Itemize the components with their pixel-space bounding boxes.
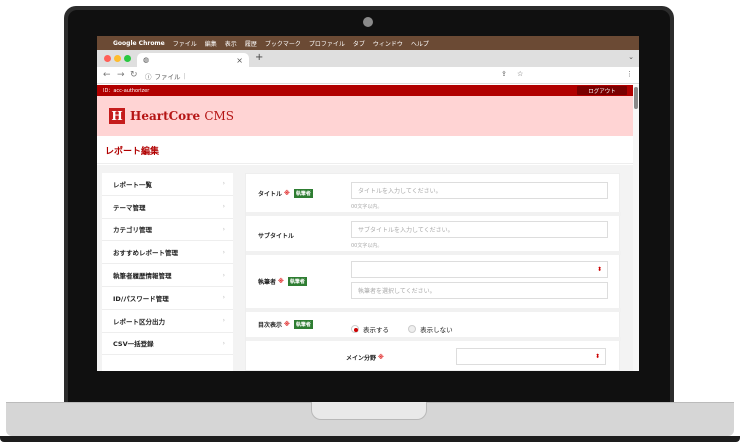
heartcore-logo[interactable]: H HeartCore CMS: [109, 108, 234, 124]
chevron-right-icon: ›: [222, 294, 225, 302]
tab-strip: ◍ × + ⌄: [97, 50, 639, 67]
zoom-window-button[interactable]: [124, 55, 131, 62]
author-search-input[interactable]: 執筆者を選択してください。: [351, 282, 608, 299]
toc-row: 目次表示 ※ 執筆者 表示する 表示しない: [246, 312, 621, 341]
share-icon[interactable]: ⇪: [501, 70, 507, 78]
subtitle-input[interactable]: サブタイトルを入力してください。: [351, 221, 608, 238]
menubar-item[interactable]: ヘルプ: [411, 39, 429, 48]
minimize-window-button[interactable]: [114, 55, 121, 62]
chevron-right-icon: ›: [222, 248, 225, 256]
toc-radio-group: 表示する 表示しない: [351, 318, 467, 337]
browser-toolbar: ← → ↻ ⓘ ファイル | ⇪ ☆ ⋮: [97, 67, 639, 84]
laptop-base-edge: [0, 436, 740, 442]
globe-icon: ◍: [143, 56, 150, 64]
title-label: タイトル ※ 執筆者: [258, 189, 313, 198]
menubar-item[interactable]: タブ: [353, 39, 365, 48]
author-badge: 執筆者: [287, 277, 307, 286]
sidebar-item-category[interactable]: カテゴリ管理 ›: [102, 219, 233, 242]
author-label: 執筆者 ※ 執筆者: [258, 277, 307, 286]
menubar-item[interactable]: 編集: [205, 39, 217, 48]
camera-icon: [363, 17, 373, 27]
cms-header: H HeartCore CMS: [97, 96, 633, 136]
author-badge: 執筆者: [293, 320, 313, 329]
new-tab-button[interactable]: +: [255, 52, 263, 63]
address-separator: |: [183, 71, 186, 80]
sidebar-item-report-list[interactable]: レポート一覧 ›: [102, 173, 233, 196]
author-select[interactable]: ⬍: [351, 261, 608, 278]
chevron-right-icon: ›: [222, 339, 225, 347]
forward-icon[interactable]: →: [117, 70, 125, 80]
toc-label: 目次表示 ※ 執筆者: [258, 320, 313, 329]
mac-menubar: Google Chrome ファイル 編集 表示 履歴 ブックマーク プロファイ…: [97, 36, 639, 50]
report-edit-form: タイトル ※ 執筆者 タイトルを入力してください。 00文字以内。 サブタイトル サ…: [245, 173, 621, 371]
toc-show-radio[interactable]: 表示する: [351, 324, 389, 334]
author-badge: 執筆者: [293, 189, 313, 198]
chevron-right-icon: ›: [222, 317, 225, 325]
chevron-right-icon: ›: [222, 271, 225, 279]
logo-mark-icon: H: [109, 108, 125, 124]
screen: Google Chrome ファイル 編集 表示 履歴 ブックマーク プロファイ…: [97, 36, 639, 371]
chevron-right-icon: ›: [222, 225, 225, 233]
user-id: ID：acc-authorizer: [103, 88, 150, 94]
more-menu-icon[interactable]: ⋮: [626, 70, 633, 78]
address-label: ファイル: [154, 72, 181, 81]
menubar-item[interactable]: ウィンドウ: [373, 39, 403, 48]
page-title-bar: レポート編集: [97, 136, 633, 164]
close-tab-icon[interactable]: ×: [236, 56, 243, 65]
sidebar-item-theme[interactable]: テーマ管理 ›: [102, 196, 233, 219]
select-arrows-icon: ⬍: [596, 266, 602, 273]
chevron-right-icon: ›: [222, 180, 225, 188]
close-window-button[interactable]: [104, 55, 111, 62]
bookmark-star-icon[interactable]: ☆: [517, 70, 523, 78]
cms-user-bar: ID：acc-authorizer ログアウト: [97, 85, 633, 96]
menubar-item[interactable]: 履歴: [245, 39, 257, 48]
sidebar: レポート一覧 › テーマ管理 › カテゴリ管理 › おすすめレポート管理 › 執筆者履歴…: [102, 173, 233, 371]
menubar-item[interactable]: ブックマーク: [265, 39, 301, 48]
page-scrollbar[interactable]: [633, 85, 639, 371]
menubar-item[interactable]: プロファイル: [309, 39, 345, 48]
logout-button[interactable]: ログアウト: [577, 86, 627, 95]
radio-unselected-icon: [408, 325, 417, 333]
select-arrows-icon: ⬍: [594, 353, 600, 360]
menubar-item[interactable]: 表示: [225, 39, 237, 48]
sidebar-item-author-history[interactable]: 執筆者履歴情報管理 ›: [102, 264, 233, 287]
main-category-row: メイン分野 ※ ⬍: [246, 341, 621, 371]
laptop-notch: [311, 402, 427, 420]
subtitle-row: サブタイトル サブタイトルを入力してください。 00文字以内。: [246, 216, 621, 255]
reload-icon[interactable]: ↻: [130, 70, 138, 80]
toc-hide-radio[interactable]: 表示しない: [408, 324, 453, 334]
main-category-label: メイン分野 ※: [346, 354, 384, 362]
scrollbar-thumb[interactable]: [634, 87, 638, 109]
back-icon[interactable]: ←: [103, 70, 111, 80]
main-category-select[interactable]: ⬍: [456, 348, 606, 365]
title-hint: 00文字以内。: [351, 204, 383, 210]
chevron-right-icon: ›: [222, 203, 225, 211]
radio-selected-icon: [351, 325, 359, 333]
info-icon: ⓘ: [145, 72, 152, 81]
menubar-app-name[interactable]: Google Chrome: [113, 40, 165, 47]
sidebar-item-id-password[interactable]: ID/パスワード管理 ›: [102, 287, 233, 310]
subtitle-hint: 00文字以内。: [351, 243, 383, 249]
sidebar-item-recommended[interactable]: おすすめレポート管理 ›: [102, 241, 233, 265]
logo-text: HeartCore CMS: [130, 109, 235, 123]
sidebar-item-report-export[interactable]: レポート区分出力 ›: [102, 310, 233, 333]
title-input[interactable]: タイトルを入力してください。: [351, 182, 608, 199]
sidebar-item-csv-import[interactable]: CSV一括登録 ›: [102, 333, 233, 356]
title-row: タイトル ※ 執筆者 タイトルを入力してください。 00文字以内。: [246, 174, 621, 216]
author-row: 執筆者 ※ 執筆者 ⬍ 執筆者を選択してください。: [246, 255, 621, 312]
page-title: レポート編集: [105, 147, 160, 157]
browser-tab[interactable]: ◍ ×: [137, 53, 249, 67]
chevron-down-icon[interactable]: ⌄: [628, 53, 634, 61]
subtitle-label: サブタイトル: [258, 233, 295, 240]
menubar-item[interactable]: ファイル: [173, 39, 197, 48]
